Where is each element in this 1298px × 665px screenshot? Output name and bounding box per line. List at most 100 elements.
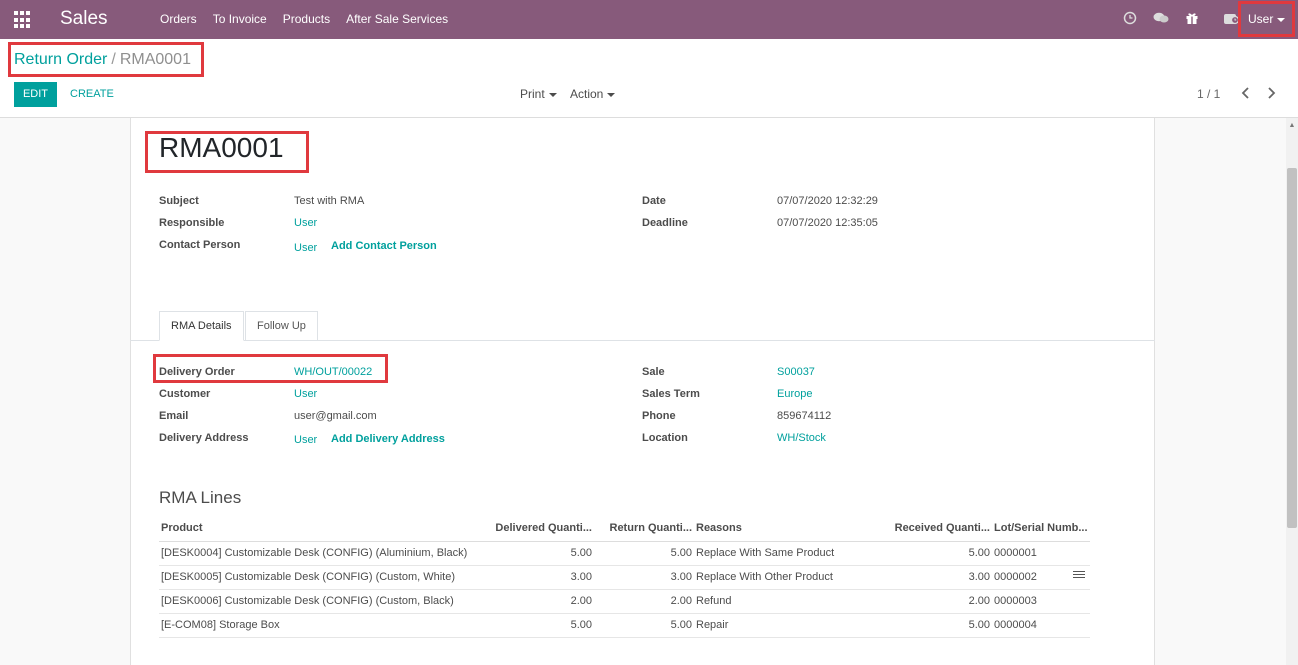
pager-value[interactable]: 1 / 1 — [1197, 82, 1220, 107]
column-header-reasons[interactable]: Reasons — [694, 516, 844, 542]
delivery-address-value[interactable]: User — [294, 434, 317, 446]
pager-next-button[interactable] — [1261, 82, 1281, 107]
cell-delivered-qty: 2.00 — [481, 589, 594, 614]
add-contact-person-button[interactable]: Add Contact Person — [331, 240, 437, 252]
add-delivery-address-button[interactable]: Add Delivery Address — [331, 433, 445, 445]
contact-person-value[interactable]: User — [294, 242, 317, 254]
cell-lot-serial: 0000004 — [992, 613, 1090, 638]
date-label: Date — [642, 195, 666, 207]
cell-reason: Repair — [694, 613, 844, 638]
apps-grid-icon[interactable] — [14, 11, 32, 29]
caret-down-icon — [548, 92, 557, 97]
date-value: 07/07/2020 12:32:29 — [777, 195, 878, 207]
list-detail-icon[interactable] — [1073, 571, 1085, 580]
menu-to-invoice[interactable]: To Invoice — [205, 0, 275, 39]
breadcrumb: Return Order / RMA0001 — [14, 51, 191, 69]
location-value[interactable]: WH/Stock — [777, 432, 826, 444]
subject-label: Subject — [159, 195, 199, 207]
subject-value: Test with RMA — [294, 195, 365, 207]
customer-label: Customer — [159, 388, 211, 400]
tab-follow-up[interactable]: Follow Up — [245, 311, 318, 341]
phone-label: Phone — [642, 410, 676, 422]
cell-product: [DESK0005] Customizable Desk (CONFIG) (C… — [159, 565, 481, 590]
table-row[interactable]: [DESK0005] Customizable Desk (CONFIG) (C… — [159, 565, 1090, 590]
edit-button[interactable]: EDIT — [14, 82, 57, 107]
cell-received-qty: 5.00 — [844, 541, 992, 566]
rma-lines-title: RMA Lines — [159, 488, 242, 507]
cell-delivered-qty: 5.00 — [481, 541, 594, 566]
cell-delivered-qty: 5.00 — [481, 613, 594, 638]
table-header-row: Product Delivered Quanti... Return Quant… — [159, 516, 1090, 542]
cell-lot-serial: 0000003 — [992, 589, 1090, 614]
activity-icon[interactable] — [1223, 11, 1240, 28]
cell-return-qty: 3.00 — [594, 565, 694, 590]
contact-person-label: Contact Person — [159, 239, 241, 251]
user-name: User — [1248, 12, 1274, 26]
cell-lot-serial: 0000001 — [992, 541, 1090, 566]
app-name[interactable]: Sales — [60, 8, 108, 30]
control-panel: Return Order / RMA0001 EDIT CREATE Print A… — [0, 39, 1298, 118]
column-header-product[interactable]: Product — [159, 516, 481, 542]
column-header-delivered-qty[interactable]: Delivered Quanti... — [481, 516, 594, 542]
cell-reason: Refund — [694, 589, 844, 614]
column-header-return-qty[interactable]: Return Quanti... — [594, 516, 694, 542]
create-button[interactable]: CREATE — [64, 82, 120, 107]
tab-rma-details[interactable]: RMA Details — [159, 311, 244, 341]
email-label: Email — [159, 410, 189, 422]
delivery-order-label: Delivery Order — [159, 366, 235, 378]
chat-icon[interactable] — [1153, 11, 1169, 28]
cell-reason: Replace With Same Product — [694, 541, 844, 566]
user-menu[interactable]: User — [1240, 3, 1294, 36]
cell-received-qty: 2.00 — [844, 589, 992, 614]
cell-product: [DESK0004] Customizable Desk (CONFIG) (A… — [159, 541, 481, 566]
column-header-received-qty[interactable]: Received Quanti... — [844, 516, 992, 542]
sale-value[interactable]: S00037 — [777, 366, 815, 378]
table-row[interactable]: [DESK0006] Customizable Desk (CONFIG) (C… — [159, 589, 1090, 614]
cell-product: [E-COM08] Storage Box — [159, 613, 481, 638]
responsible-label: Responsible — [159, 217, 225, 229]
menu-products[interactable]: Products — [275, 0, 338, 39]
responsible-value[interactable]: User — [294, 217, 317, 229]
location-label: Location — [642, 432, 688, 444]
column-header-lot-serial[interactable]: Lot/Serial Numb... — [992, 516, 1090, 542]
clock-icon[interactable] — [1123, 11, 1137, 28]
scrollbar-thumb[interactable] — [1287, 168, 1297, 528]
deadline-label: Deadline — [642, 217, 688, 229]
sales-term-value[interactable]: Europe — [777, 388, 812, 400]
top-menu: Orders To Invoice Products After Sale Se… — [152, 0, 456, 39]
phone-value: 859674112 — [777, 410, 832, 422]
cell-return-qty: 5.00 — [594, 541, 694, 566]
delivery-address-label: Delivery Address — [159, 432, 249, 444]
deadline-value: 07/07/2020 12:35:05 — [777, 217, 878, 229]
action-label: Action — [570, 87, 604, 101]
cell-reason: Replace With Other Product — [694, 565, 844, 590]
sale-label: Sale — [642, 366, 665, 378]
menu-after-sale-services[interactable]: After Sale Services — [338, 0, 456, 39]
top-navbar: Sales Orders To Invoice Products After S… — [0, 0, 1298, 39]
action-dropdown[interactable]: Action — [570, 82, 616, 107]
caret-down-icon — [607, 92, 616, 97]
rma-lines-table: Product Delivered Quanti... Return Quant… — [159, 516, 1090, 638]
caret-down-icon — [1277, 17, 1286, 22]
cell-received-qty: 5.00 — [844, 613, 992, 638]
gift-icon[interactable] — [1185, 11, 1199, 28]
sales-term-label: Sales Term — [642, 388, 700, 400]
cell-return-qty: 5.00 — [594, 613, 694, 638]
scroll-up-icon[interactable]: ▲ — [1286, 120, 1298, 132]
cell-delivered-qty: 3.00 — [481, 565, 594, 590]
breadcrumb-separator: / — [111, 51, 116, 68]
record-title: RMA0001 — [159, 132, 284, 163]
delivery-order-value[interactable]: WH/OUT/00022 — [294, 366, 372, 378]
menu-orders[interactable]: Orders — [152, 0, 205, 39]
pager-previous-button[interactable] — [1236, 82, 1256, 107]
table-row[interactable]: [E-COM08] Storage Box 5.00 5.00 Repair 5… — [159, 613, 1090, 638]
table-row[interactable]: [DESK0004] Customizable Desk (CONFIG) (A… — [159, 541, 1090, 566]
cell-received-qty: 3.00 — [844, 565, 992, 590]
breadcrumb-parent[interactable]: Return Order — [14, 51, 107, 68]
cell-product: [DESK0006] Customizable Desk (CONFIG) (C… — [159, 589, 481, 614]
customer-value[interactable]: User — [294, 388, 317, 400]
print-dropdown[interactable]: Print — [520, 82, 557, 107]
breadcrumb-current: RMA0001 — [119, 51, 191, 68]
email-value: user@gmail.com — [294, 410, 377, 422]
chevron-left-icon — [1241, 87, 1249, 99]
